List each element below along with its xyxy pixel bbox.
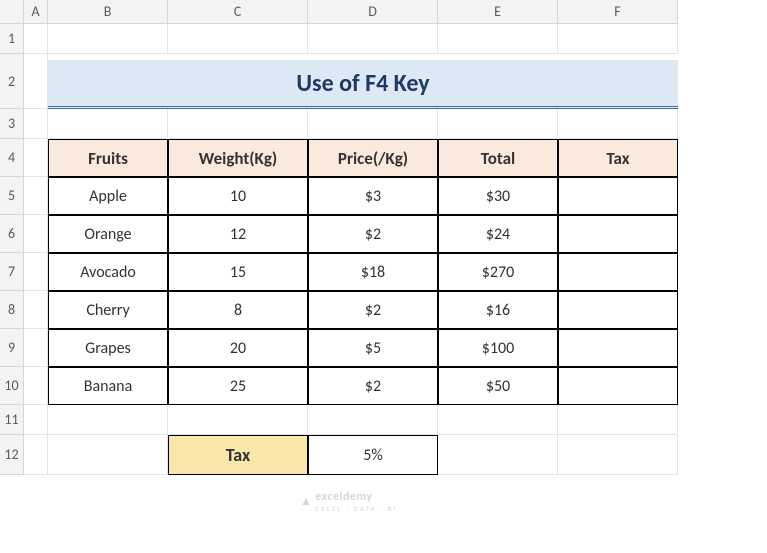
row-header-9[interactable]: 9 [0,329,24,367]
row-header-6[interactable]: 6 [0,215,24,253]
cell-A1[interactable] [24,24,48,54]
cell-weight-1[interactable]: 12 [168,215,308,253]
tax-value[interactable]: 5% [308,435,438,475]
row-header-2[interactable]: 2 [0,54,24,109]
cell-price-4[interactable]: $5 [308,329,438,367]
col-header-A[interactable]: A [24,0,48,24]
cell-weight-3[interactable]: 8 [168,291,308,329]
cell-A2[interactable] [24,54,48,109]
col-header-F[interactable]: F [558,0,678,24]
cell-fruit-0[interactable]: Apple [48,177,168,215]
cell-A10[interactable] [24,367,48,405]
cell-F12[interactable] [558,435,678,475]
row-header-4[interactable]: 4 [0,139,24,177]
cell-total-1[interactable]: $24 [438,215,558,253]
cell-weight-0[interactable]: 10 [168,177,308,215]
watermark-icon: ▲ [300,494,312,509]
cell-A6[interactable] [24,215,48,253]
cell-A4[interactable] [24,139,48,177]
cell-total-4[interactable]: $100 [438,329,558,367]
cell-A9[interactable] [24,329,48,367]
row-header-12[interactable]: 12 [0,435,24,475]
cell-E11[interactable] [438,405,558,435]
row-header-7[interactable]: 7 [0,253,24,291]
col-header-C[interactable]: C [168,0,308,24]
cell-E12[interactable] [438,435,558,475]
page-title[interactable]: Use of F4 Key [48,60,678,109]
cell-total-5[interactable]: $50 [438,367,558,405]
watermark-text: exceldemy [315,490,372,504]
cell-E3[interactable] [438,109,558,139]
th-price[interactable]: Price(/Kg) [308,139,438,177]
cell-fruit-5[interactable]: Banana [48,367,168,405]
cell-tax-0[interactable] [558,177,678,215]
cell-C11[interactable] [168,405,308,435]
cell-D11[interactable] [308,405,438,435]
row-header-1[interactable]: 1 [0,24,24,54]
cell-B3[interactable] [48,109,168,139]
cell-price-3[interactable]: $2 [308,291,438,329]
cell-F1[interactable] [558,24,678,54]
cell-B11[interactable] [48,405,168,435]
cell-C3[interactable] [168,109,308,139]
cell-tax-5[interactable] [558,367,678,405]
cell-A7[interactable] [24,253,48,291]
cell-D1[interactable] [308,24,438,54]
cell-fruit-2[interactable]: Avocado [48,253,168,291]
cell-tax-4[interactable] [558,329,678,367]
row-header-3[interactable]: 3 [0,109,24,139]
cell-total-3[interactable]: $16 [438,291,558,329]
th-total[interactable]: Total [438,139,558,177]
cell-B1[interactable] [48,24,168,54]
cell-F3[interactable] [558,109,678,139]
cell-weight-5[interactable]: 25 [168,367,308,405]
watermark: ▲ exceldemy EXCEL · DATA · BI [300,490,397,513]
row-header-10[interactable]: 10 [0,367,24,405]
cell-tax-1[interactable] [558,215,678,253]
select-all-corner[interactable] [0,0,24,24]
col-header-E[interactable]: E [438,0,558,24]
cell-A5[interactable] [24,177,48,215]
cell-F11[interactable] [558,405,678,435]
row-header-8[interactable]: 8 [0,291,24,329]
cell-B12[interactable] [48,435,168,475]
cell-A8[interactable] [24,291,48,329]
row-header-11[interactable]: 11 [0,405,24,435]
col-header-D[interactable]: D [308,0,438,24]
cell-fruit-1[interactable]: Orange [48,215,168,253]
cell-price-5[interactable]: $2 [308,367,438,405]
cell-total-2[interactable]: $270 [438,253,558,291]
cell-C1[interactable] [168,24,308,54]
cell-tax-3[interactable] [558,291,678,329]
cell-price-1[interactable]: $2 [308,215,438,253]
cell-A11[interactable] [24,405,48,435]
cell-fruit-4[interactable]: Grapes [48,329,168,367]
cell-total-0[interactable]: $30 [438,177,558,215]
spreadsheet-grid[interactable]: A B C D E F 1 2 3 4 5 6 7 8 9 10 11 12 U… [0,0,767,475]
col-header-B[interactable]: B [48,0,168,24]
cell-weight-2[interactable]: 15 [168,253,308,291]
row-header-5[interactable]: 5 [0,177,24,215]
th-tax[interactable]: Tax [558,139,678,177]
tax-label[interactable]: Tax [168,435,308,475]
cell-price-0[interactable]: $3 [308,177,438,215]
th-fruits[interactable]: Fruits [48,139,168,177]
cell-A12[interactable] [24,435,48,475]
watermark-sub: EXCEL · DATA · BI [315,504,397,513]
cell-D3[interactable] [308,109,438,139]
cell-tax-2[interactable] [558,253,678,291]
cell-weight-4[interactable]: 20 [168,329,308,367]
cell-E1[interactable] [438,24,558,54]
cell-price-2[interactable]: $18 [308,253,438,291]
cell-A3[interactable] [24,109,48,139]
cell-fruit-3[interactable]: Cherry [48,291,168,329]
th-weight[interactable]: Weight(Kg) [168,139,308,177]
